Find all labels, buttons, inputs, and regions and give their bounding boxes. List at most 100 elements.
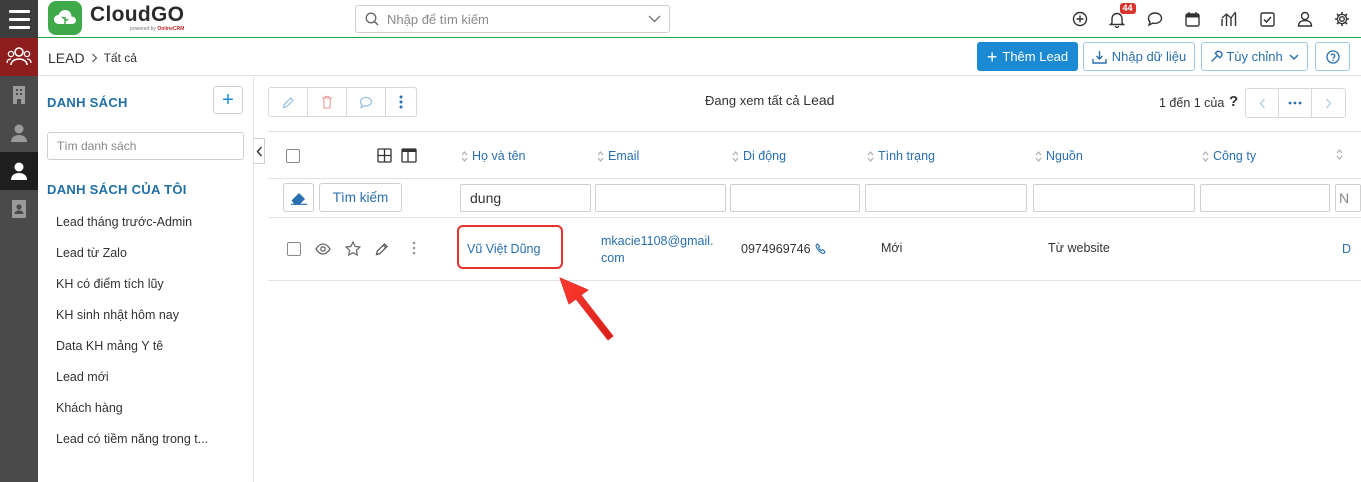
- delete-button[interactable]: [308, 88, 347, 116]
- sidebar-list-item[interactable]: Lead tháng trước-Admin: [56, 215, 192, 229]
- pagination-text: 1 đến 1 của: [1159, 96, 1225, 110]
- column-header-source[interactable]: Nguồn: [1035, 149, 1083, 163]
- sort-icon: [597, 150, 604, 162]
- view-eye-icon[interactable]: [315, 243, 331, 258]
- edit-button[interactable]: [269, 88, 308, 116]
- powered-by: powered by OnlineCRM: [130, 26, 185, 32]
- chevron-down-icon[interactable]: [648, 14, 661, 24]
- lead-mobile: 0974969746: [741, 242, 827, 256]
- add-lead-button[interactable]: + Thêm Lead: [977, 42, 1078, 71]
- cloudgo-logo[interactable]: CloudGO powered by OnlineCRM: [48, 1, 184, 35]
- task-checkbox-icon[interactable]: [1249, 0, 1287, 38]
- row-edit-pencil-icon[interactable]: [375, 242, 389, 259]
- column-header-status[interactable]: Tình trạng: [867, 149, 935, 163]
- filter-next-input[interactable]: [1335, 184, 1361, 212]
- user-profile-icon[interactable]: [1286, 0, 1324, 38]
- table-row[interactable]: Vũ Việt Dũng mkacie1108@gmail. com 09749…: [268, 218, 1361, 281]
- breadcrumb: LEAD Tất cả: [48, 50, 137, 66]
- sidebar-list-item[interactable]: Lead từ Zalo: [56, 246, 127, 260]
- breadcrumb-module[interactable]: LEAD: [48, 50, 85, 66]
- list-sidebar: DANH SÁCH + DANH SÁCH CỦA TÔI Lead tháng…: [38, 77, 254, 482]
- add-circle-icon[interactable]: [1061, 0, 1099, 38]
- chevron-down-icon: [1289, 54, 1299, 60]
- search-input[interactable]: [387, 11, 642, 27]
- star-icon[interactable]: [344, 240, 362, 259]
- select-all-checkbox[interactable]: [286, 149, 300, 163]
- viewing-label: Đang xem tất cả Lead: [705, 92, 835, 108]
- prev-page-button[interactable]: [1246, 89, 1279, 117]
- sidebar-list-item[interactable]: Data KH mảng Y tê: [56, 339, 163, 353]
- grid-layout-icon[interactable]: [377, 148, 392, 166]
- customize-dropdown-button[interactable]: Tùy chỉnh: [1201, 42, 1308, 71]
- row-checkbox[interactable]: [287, 242, 301, 256]
- column-header-next[interactable]: [1336, 149, 1347, 160]
- column-header-name[interactable]: Họ và tên: [461, 149, 526, 163]
- filter-mobile-input[interactable]: [730, 184, 860, 212]
- lead-company-link[interactable]: D: [1342, 242, 1351, 256]
- left-rail: [0, 0, 38, 482]
- building-icon[interactable]: [0, 76, 38, 114]
- column-header-email[interactable]: Email: [597, 149, 639, 163]
- sidebar-list-item[interactable]: KH có điểm tích lũy: [56, 277, 164, 291]
- more-horizontal-icon: [1288, 101, 1302, 105]
- comment-button[interactable]: [347, 88, 386, 116]
- document-person-icon[interactable]: [0, 190, 38, 228]
- import-data-button[interactable]: Nhập dữ liệu: [1083, 42, 1195, 71]
- plus-icon: +: [986, 46, 998, 67]
- comment-icon: [359, 96, 373, 109]
- sort-icon: [1336, 149, 1343, 160]
- filter-source-input[interactable]: [1033, 184, 1195, 212]
- red-arrow-annotation: [559, 277, 614, 341]
- analytics-chart-icon[interactable]: [1211, 0, 1249, 38]
- sidebar-list-item[interactable]: Khách hàng: [56, 401, 123, 415]
- filter-email-input[interactable]: [595, 184, 726, 212]
- lead-name-link[interactable]: Vũ Việt Dũng: [467, 242, 540, 256]
- list-search-input[interactable]: [47, 132, 244, 160]
- global-search[interactable]: [355, 5, 670, 33]
- filter-name-input[interactable]: [460, 184, 591, 212]
- my-lists-title: DANH SÁCH CỦA TÔI: [47, 182, 187, 197]
- contact-icon[interactable]: [0, 114, 38, 152]
- phone-icon[interactable]: [814, 243, 827, 255]
- settings-gear-icon[interactable]: [1324, 0, 1361, 38]
- collapse-sidebar-toggle[interactable]: [254, 138, 265, 164]
- eraser-icon: [290, 192, 307, 205]
- sidebar-list-item[interactable]: KH sinh nhật hôm nay: [56, 308, 179, 322]
- sidebar-list-item[interactable]: Lead mới: [56, 370, 109, 384]
- row-more-vertical-icon[interactable]: [412, 241, 416, 258]
- notification-bell-icon[interactable]: 44: [1099, 0, 1137, 38]
- filter-search-button[interactable]: Tìm kiếm: [319, 183, 402, 212]
- leads-module-icon[interactable]: [0, 38, 38, 76]
- search-icon: [365, 12, 379, 26]
- breadcrumb-view: Tất cả: [103, 51, 137, 65]
- menu-icon[interactable]: [0, 0, 38, 38]
- columns-layout-icon[interactable]: [401, 148, 417, 166]
- wrench-icon: [1211, 50, 1223, 62]
- clear-filter-button[interactable]: [283, 183, 314, 212]
- filter-company-input[interactable]: [1200, 184, 1330, 212]
- more-actions-button[interactable]: [386, 88, 416, 116]
- pagination-controls: [1245, 88, 1346, 118]
- help-question-icon: [1325, 49, 1340, 64]
- total-count-button[interactable]: ?: [1229, 93, 1238, 110]
- column-header-mobile[interactable]: Di động: [732, 149, 786, 163]
- next-page-button[interactable]: [1312, 89, 1345, 117]
- page-more-button[interactable]: [1279, 89, 1312, 117]
- filter-row: Tìm kiếm: [268, 179, 1361, 218]
- app-name: CloudGO: [90, 3, 185, 26]
- add-list-button[interactable]: +: [213, 86, 243, 114]
- chat-bubble-icon[interactable]: [1136, 0, 1174, 38]
- chevron-right-icon: [1325, 98, 1332, 108]
- lead-email-link[interactable]: mkacie1108@gmail. com: [601, 233, 714, 267]
- lead-source: Từ website: [1048, 241, 1110, 255]
- pencil-icon: [282, 96, 294, 108]
- filter-status-input[interactable]: [865, 184, 1027, 212]
- chevron-right-icon: [91, 51, 98, 66]
- cloud-logo-icon: [48, 1, 82, 35]
- calendar-icon[interactable]: [1174, 0, 1212, 38]
- column-header-company[interactable]: Công ty: [1202, 149, 1256, 163]
- sidebar-list-item[interactable]: Lead có tiềm năng trong t...: [56, 432, 208, 446]
- help-button[interactable]: [1315, 42, 1350, 71]
- lead-status: Mới: [881, 241, 903, 255]
- lead-person-icon[interactable]: [0, 152, 38, 190]
